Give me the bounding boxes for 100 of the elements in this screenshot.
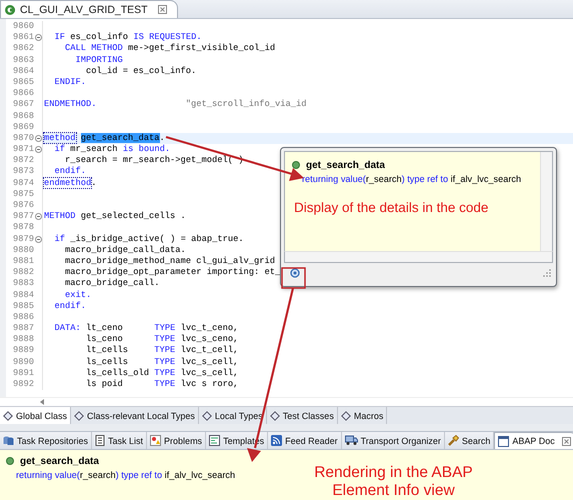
flashlight-icon [448, 435, 459, 446]
code-line: ENDMETHOD. "get_scroll_info_via_id [43, 99, 307, 110]
line-number: 9886 [12, 312, 34, 324]
code-line: CALL METHOD me->get_first_visible_col_id [64, 43, 276, 55]
code-line: macro_bridge_call. [64, 278, 160, 290]
code-line: if mr_search is bound. [54, 144, 170, 156]
code-line: IMPORTING [74, 54, 123, 66]
code-line: endif. [54, 300, 86, 312]
line-number: 9890 [12, 356, 34, 368]
close-icon[interactable] [562, 436, 571, 446]
diamond-icon [202, 410, 212, 420]
view-tab[interactable]: Transport Organizer [342, 432, 445, 449]
highlight-box [281, 267, 306, 289]
editor-page-tab[interactable]: Global Class [0, 407, 72, 424]
method-icon [292, 161, 300, 169]
line-number: 9869 [12, 122, 34, 133]
cylinders-icon [3, 435, 14, 446]
code-line: endif. [54, 166, 86, 178]
code-line: ls_cells TYPE lvc_s_cell, [85, 356, 238, 368]
editor-tab[interactable]: CL_GUI_ALV_GRID_TEST [0, 0, 178, 18]
fold-icon[interactable] [34, 134, 42, 142]
line-number: 9860 [12, 21, 34, 32]
code-line: exit. [64, 290, 92, 301]
element-name: get_search_data [20, 456, 99, 466]
line-number: 9889 [12, 345, 34, 357]
code-line: col_id = es_col_info. [85, 66, 196, 77]
code-line: DATA: lt_ceno TYPE lvc_t_ceno, [54, 323, 238, 334]
view-tab[interactable]: ABAP Doc [494, 432, 573, 449]
line-number: 9864 [12, 66, 34, 77]
fold-icon[interactable] [34, 236, 42, 243]
code-line: lt_cells TYPE lvc_t_cell, [85, 345, 238, 357]
fold-icon[interactable] [34, 34, 42, 42]
line-number: 9887 [12, 323, 34, 334]
editor-page-tab[interactable]: Class-relevant Local Types [71, 407, 199, 424]
diamond-icon [74, 410, 84, 420]
class-icon [4, 4, 16, 16]
document-icon [209, 435, 220, 446]
line-number: 9881 [12, 256, 34, 268]
diamond-icon [3, 410, 13, 420]
diamond-icon [270, 410, 280, 420]
line-number: 9875 [12, 188, 34, 200]
line-number: 9885 [12, 300, 34, 312]
code-line: if _is_bridge_active( ) = abap_true. [54, 234, 244, 245]
element-name: get_search_data [306, 160, 385, 170]
editor-page-tab[interactable]: Macros [338, 407, 388, 424]
code-line: ls_cells_old TYPE lvc_s_cell, [85, 368, 238, 379]
code-line: endmethod. [43, 178, 97, 189]
view-tab[interactable]: Feed Reader [268, 432, 342, 449]
line-number: 9865 [12, 76, 34, 88]
code-line: macro_bridge_call_data. [64, 244, 186, 256]
line-number: 9866 [12, 88, 34, 100]
signature-text: returning value(r_search) type ref to if_alv_lvc_search [15, 470, 236, 480]
line-number: 9877 [12, 211, 34, 222]
line-number: 9873 [12, 166, 34, 178]
line-number: 9892 [12, 379, 34, 390]
code-line: ls_ceno TYPE lvc_s_ceno, [85, 334, 238, 346]
line-number: 9870 [12, 132, 34, 144]
code-line: ls poid TYPE lvc s roro, [85, 379, 238, 390]
fold-icon[interactable] [34, 146, 42, 154]
line-number: 9891 [12, 368, 34, 379]
line-number: 9876 [12, 200, 34, 212]
line-number: 9872 [12, 155, 34, 166]
code-line: METHOD get_selected_cells . [43, 211, 186, 222]
line-number: 9874 [12, 178, 34, 189]
list-icon [95, 435, 106, 446]
resize-grip-icon[interactable] [543, 269, 551, 277]
editor-page-tab[interactable]: Test Classes [266, 407, 338, 424]
line-number: 9863 [12, 54, 34, 66]
line-number: 9862 [12, 43, 34, 55]
code-line: IF es_col_info IS REQUESTED. [54, 32, 202, 44]
line-number: 9882 [12, 267, 34, 278]
view-tab[interactable]: Task Repositories [0, 432, 92, 449]
truck-icon [344, 435, 358, 446]
editor-page-tab[interactable]: Local Types [198, 407, 267, 424]
code-line: macro_bridge_opt_parameter importing: et_ [64, 267, 280, 278]
line-number: 9883 [12, 278, 34, 290]
line-number: 9879 [12, 234, 34, 245]
line-number: 9871 [12, 144, 34, 156]
info-icon[interactable] [290, 268, 300, 278]
line-number: 9868 [12, 110, 34, 122]
signature-text: returning value(r_search) type ref to if_alv_lvc_search [301, 174, 522, 184]
view-tab[interactable]: Problems [147, 432, 206, 449]
horizontal-scrollbar[interactable] [284, 251, 553, 263]
fold-icon[interactable] [34, 213, 42, 220]
annotation-text: Rendering in the ABAP Element Info view [313, 464, 474, 500]
code-line: macro_bridge_method_name cl_gui_alv_grid [64, 256, 276, 268]
feed-icon [271, 435, 282, 446]
code-line: ENDIF. [54, 76, 86, 88]
line-number: 9888 [12, 334, 34, 346]
method-icon [6, 457, 14, 465]
diamond-icon [340, 410, 351, 420]
close-icon[interactable] [158, 5, 167, 14]
vertical-scrollbar[interactable] [540, 152, 552, 251]
line-number: 9878 [12, 222, 34, 234]
warning-icon [150, 435, 162, 446]
line-number: 9867 [12, 99, 34, 110]
line-number: 9880 [12, 244, 34, 256]
line-number: 9861 [12, 32, 34, 44]
line-number: 9884 [12, 290, 34, 301]
view-tab[interactable]: Task List [92, 432, 148, 449]
